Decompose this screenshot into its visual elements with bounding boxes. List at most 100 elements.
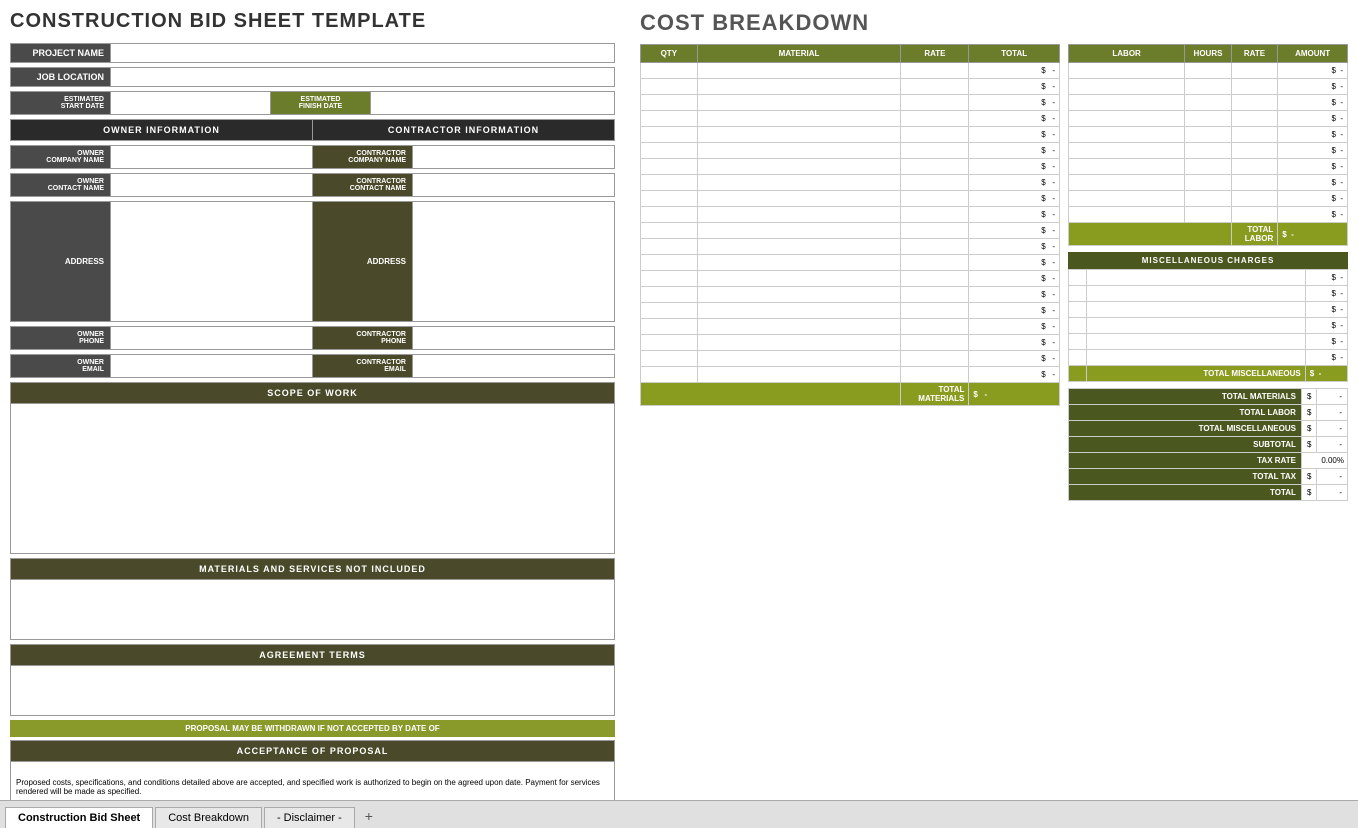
lab-rate-1[interactable] [1231, 79, 1278, 95]
mat-total-19[interactable]: $ - [969, 367, 1060, 383]
mat-material-0[interactable] [697, 63, 901, 79]
mat-material-7[interactable] [697, 175, 901, 191]
mat-qty-18[interactable] [641, 351, 698, 367]
lab-hours-1[interactable] [1185, 79, 1232, 95]
mat-total-10[interactable]: $ - [969, 223, 1060, 239]
mat-total-4[interactable]: $ - [969, 127, 1060, 143]
contractor-address-value[interactable] [413, 202, 615, 322]
owner-contact-value[interactable] [111, 174, 313, 197]
lab-hours-8[interactable] [1185, 191, 1232, 207]
lab-labor-5[interactable] [1069, 143, 1185, 159]
mat-material-16[interactable] [697, 319, 901, 335]
mat-rate-13[interactable] [901, 271, 969, 287]
mat-total-2[interactable]: $ - [969, 95, 1060, 111]
lab-amount-6[interactable]: $ - [1278, 159, 1348, 175]
mat-qty-3[interactable] [641, 111, 698, 127]
lab-labor-0[interactable] [1069, 63, 1185, 79]
mat-total-9[interactable]: $ - [969, 207, 1060, 223]
mat-qty-6[interactable] [641, 159, 698, 175]
mat-material-8[interactable] [697, 191, 901, 207]
mat-material-2[interactable] [697, 95, 901, 111]
contractor-email-value[interactable] [413, 355, 615, 378]
lab-labor-9[interactable] [1069, 207, 1185, 223]
mat-rate-19[interactable] [901, 367, 969, 383]
mat-qty-1[interactable] [641, 79, 698, 95]
mat-material-17[interactable] [697, 335, 901, 351]
lab-rate-5[interactable] [1231, 143, 1278, 159]
mat-rate-0[interactable] [901, 63, 969, 79]
misc-amount-4[interactable]: $ - [1305, 334, 1347, 350]
mat-total-12[interactable]: $ - [969, 255, 1060, 271]
mat-material-3[interactable] [697, 111, 901, 127]
lab-labor-7[interactable] [1069, 175, 1185, 191]
mat-material-11[interactable] [697, 239, 901, 255]
lab-amount-0[interactable]: $ - [1278, 63, 1348, 79]
misc-desc-3[interactable] [1069, 318, 1087, 334]
owner-address-value[interactable] [111, 202, 313, 322]
mat-total-6[interactable]: $ - [969, 159, 1060, 175]
mat-rate-3[interactable] [901, 111, 969, 127]
lab-amount-8[interactable]: $ - [1278, 191, 1348, 207]
lab-rate-4[interactable] [1231, 127, 1278, 143]
mat-rate-1[interactable] [901, 79, 969, 95]
agreement-terms-value[interactable] [11, 666, 615, 716]
mat-qty-9[interactable] [641, 207, 698, 223]
mat-total-8[interactable]: $ - [969, 191, 1060, 207]
mat-rate-15[interactable] [901, 303, 969, 319]
mat-total-0[interactable]: $ - [969, 63, 1060, 79]
mat-rate-6[interactable] [901, 159, 969, 175]
mat-qty-4[interactable] [641, 127, 698, 143]
mat-rate-10[interactable] [901, 223, 969, 239]
lab-hours-9[interactable] [1185, 207, 1232, 223]
lab-amount-9[interactable]: $ - [1278, 207, 1348, 223]
mat-total-18[interactable]: $ - [969, 351, 1060, 367]
mat-rate-14[interactable] [901, 287, 969, 303]
job-location-value[interactable] [111, 68, 615, 87]
lab-labor-3[interactable] [1069, 111, 1185, 127]
contractor-company-value[interactable] [413, 146, 615, 169]
mat-total-3[interactable]: $ - [969, 111, 1060, 127]
mat-material-19[interactable] [697, 367, 901, 383]
owner-phone-value[interactable] [111, 327, 313, 350]
lab-hours-3[interactable] [1185, 111, 1232, 127]
mat-rate-2[interactable] [901, 95, 969, 111]
mat-total-11[interactable]: $ - [969, 239, 1060, 255]
tab-add-button[interactable]: + [357, 804, 381, 828]
misc-amount-0[interactable]: $ - [1305, 270, 1347, 286]
mat-qty-12[interactable] [641, 255, 698, 271]
mat-total-15[interactable]: $ - [969, 303, 1060, 319]
mat-material-18[interactable] [697, 351, 901, 367]
mat-qty-0[interactable] [641, 63, 698, 79]
mat-rate-11[interactable] [901, 239, 969, 255]
mat-qty-16[interactable] [641, 319, 698, 335]
lab-hours-2[interactable] [1185, 95, 1232, 111]
mat-total-1[interactable]: $ - [969, 79, 1060, 95]
summary-tax-rate-value[interactable]: 0.00% [1301, 453, 1347, 469]
lab-rate-3[interactable] [1231, 111, 1278, 127]
mat-qty-11[interactable] [641, 239, 698, 255]
mat-rate-16[interactable] [901, 319, 969, 335]
mat-total-17[interactable]: $ - [969, 335, 1060, 351]
mat-total-7[interactable]: $ - [969, 175, 1060, 191]
lab-rate-9[interactable] [1231, 207, 1278, 223]
mat-qty-15[interactable] [641, 303, 698, 319]
lab-rate-6[interactable] [1231, 159, 1278, 175]
owner-email-value[interactable] [111, 355, 313, 378]
misc-amount-1[interactable]: $ - [1305, 286, 1347, 302]
mat-material-12[interactable] [697, 255, 901, 271]
tab-cost-breakdown[interactable]: Cost Breakdown [155, 807, 262, 828]
misc-desc-0[interactable] [1069, 270, 1087, 286]
misc-desc-4[interactable] [1069, 334, 1087, 350]
mat-qty-14[interactable] [641, 287, 698, 303]
mat-qty-10[interactable] [641, 223, 698, 239]
materials-not-included-value[interactable] [11, 580, 615, 640]
misc-desc-2[interactable] [1069, 302, 1087, 318]
mat-rate-9[interactable] [901, 207, 969, 223]
misc-amount-5[interactable]: $ - [1305, 350, 1347, 366]
mat-rate-8[interactable] [901, 191, 969, 207]
mat-total-13[interactable]: $ - [969, 271, 1060, 287]
lab-amount-5[interactable]: $ - [1278, 143, 1348, 159]
mat-total-14[interactable]: $ - [969, 287, 1060, 303]
scope-value[interactable] [11, 404, 615, 554]
mat-material-13[interactable] [697, 271, 901, 287]
